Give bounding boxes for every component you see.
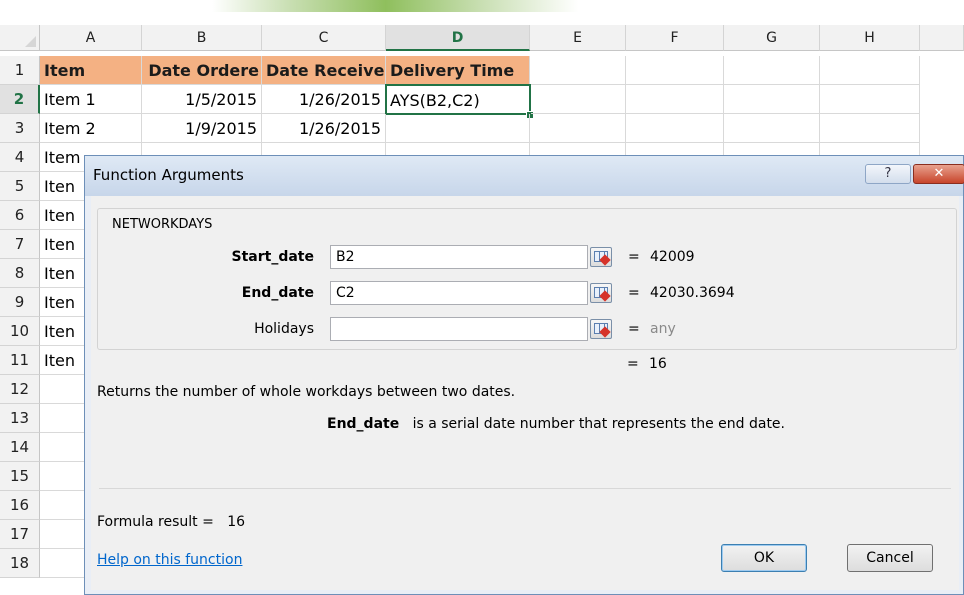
row-header-17[interactable]: 17 bbox=[0, 520, 40, 549]
formula-result-value: 16 bbox=[227, 514, 246, 530]
function-arguments-dialog: Function Arguments ? ✕ NETWORKDAYS Start… bbox=[84, 155, 964, 595]
help-icon[interactable]: ? bbox=[865, 164, 911, 184]
cell-a3[interactable]: Item 2 bbox=[40, 114, 142, 143]
arguments-group: NETWORKDAYS Start_date B2 = 42009 End_da… bbox=[97, 208, 957, 350]
cell-f1[interactable] bbox=[626, 56, 724, 85]
column-header-d[interactable]: D bbox=[386, 25, 530, 51]
column-header-h[interactable]: H bbox=[820, 25, 920, 51]
divider bbox=[99, 488, 951, 489]
function-name: NETWORKDAYS bbox=[112, 217, 213, 232]
end-date-input[interactable]: C2 bbox=[330, 281, 588, 305]
holidays-label: Holidays bbox=[254, 321, 314, 337]
argument-description: End_date is a serial date number that re… bbox=[327, 416, 785, 432]
dialog-title: Function Arguments bbox=[93, 166, 244, 184]
holidays-equals: = bbox=[628, 321, 640, 337]
column-header-g[interactable]: G bbox=[724, 25, 820, 51]
cell-h3[interactable] bbox=[820, 114, 920, 143]
cell-a2[interactable]: Item 1 bbox=[40, 85, 142, 114]
cell-h1[interactable] bbox=[820, 56, 920, 85]
cell-e1[interactable] bbox=[530, 56, 626, 85]
start-date-result: 42009 bbox=[650, 249, 695, 265]
row-header-7[interactable]: 7 bbox=[0, 230, 40, 259]
cell-g1[interactable] bbox=[724, 56, 820, 85]
column-header-e[interactable]: E bbox=[530, 25, 626, 51]
cell-b1[interactable]: Date Ordere bbox=[142, 56, 262, 85]
row-header-15[interactable]: 15 bbox=[0, 462, 40, 491]
row-header-12[interactable]: 12 bbox=[0, 375, 40, 404]
column-header-next[interactable] bbox=[920, 25, 964, 51]
dialog-body: NETWORKDAYS Start_date B2 = 42009 End_da… bbox=[91, 196, 959, 590]
holidays-input[interactable] bbox=[330, 317, 588, 341]
cancel-button[interactable]: Cancel bbox=[847, 544, 933, 572]
row-header-16[interactable]: 16 bbox=[0, 491, 40, 520]
end-date-range-select-icon[interactable] bbox=[590, 283, 612, 303]
row-header-1[interactable]: 1 bbox=[0, 56, 40, 85]
row-header-9[interactable]: 9 bbox=[0, 288, 40, 317]
column-header-c[interactable]: C bbox=[262, 25, 386, 51]
end-date-label: End_date bbox=[241, 285, 314, 301]
help-on-function-link[interactable]: Help on this function bbox=[97, 552, 242, 568]
start-date-range-select-icon[interactable] bbox=[590, 247, 612, 267]
cell-e3[interactable] bbox=[530, 114, 626, 143]
select-all-icon bbox=[25, 36, 36, 47]
ok-button[interactable]: OK bbox=[721, 544, 807, 572]
row-header-5[interactable]: 5 bbox=[0, 172, 40, 201]
close-icon[interactable]: ✕ bbox=[913, 164, 964, 184]
row-header-6[interactable]: 6 bbox=[0, 201, 40, 230]
row-header-14[interactable]: 14 bbox=[0, 433, 40, 462]
cell-b3[interactable]: 1/9/2015 bbox=[142, 114, 262, 143]
argument-name: End_date bbox=[327, 416, 400, 432]
overall-equals: = bbox=[627, 356, 639, 372]
select-all-corner[interactable] bbox=[0, 25, 40, 51]
cell-b2[interactable]: 1/5/2015 bbox=[142, 85, 262, 114]
column-header-b[interactable]: B bbox=[142, 25, 262, 51]
end-date-equals: = bbox=[628, 285, 640, 301]
cell-h2[interactable] bbox=[820, 85, 920, 114]
argument-description-text: is a serial date number that represents … bbox=[412, 416, 785, 432]
cell-c2[interactable]: 1/26/2015 bbox=[262, 85, 386, 114]
cell-g3[interactable] bbox=[724, 114, 820, 143]
cell-c3[interactable]: 1/26/2015 bbox=[262, 114, 386, 143]
column-header-f[interactable]: F bbox=[626, 25, 724, 51]
holidays-range-select-icon[interactable] bbox=[590, 319, 612, 339]
formula-result-label: Formula result = bbox=[97, 514, 214, 530]
column-header-a[interactable]: A bbox=[40, 25, 142, 51]
holidays-result: any bbox=[650, 321, 676, 337]
row-header-18[interactable]: 18 bbox=[0, 549, 40, 578]
function-description: Returns the number of whole workdays bet… bbox=[97, 384, 516, 400]
cell-f3[interactable] bbox=[626, 114, 724, 143]
cell-d1[interactable]: Delivery Time bbox=[386, 56, 530, 85]
start-date-label: Start_date bbox=[231, 249, 314, 265]
end-date-result: 42030.3694 bbox=[650, 285, 735, 301]
cell-f2[interactable] bbox=[626, 85, 724, 114]
cell-d3[interactable] bbox=[386, 114, 530, 143]
row-header-13[interactable]: 13 bbox=[0, 404, 40, 433]
overall-result: 16 bbox=[649, 356, 667, 372]
row-header-2[interactable]: 2 bbox=[0, 85, 40, 114]
cell-a1[interactable]: Item bbox=[40, 56, 142, 85]
row-header-11[interactable]: 11 bbox=[0, 346, 40, 375]
start-date-input[interactable]: B2 bbox=[330, 245, 588, 269]
cell-d2-active[interactable]: AYS(B2,C2) bbox=[385, 84, 531, 115]
row-header-10[interactable]: 10 bbox=[0, 317, 40, 346]
formula-result: Formula result = 16 bbox=[97, 514, 245, 530]
dialog-titlebar[interactable]: Function Arguments ? ✕ bbox=[85, 156, 964, 196]
cell-c1[interactable]: Date Receive bbox=[262, 56, 386, 85]
row-header-8[interactable]: 8 bbox=[0, 259, 40, 288]
row-header-4[interactable]: 4 bbox=[0, 143, 40, 172]
cell-g2[interactable] bbox=[724, 85, 820, 114]
row-header-3[interactable]: 3 bbox=[0, 114, 40, 143]
cell-e2[interactable] bbox=[531, 85, 626, 114]
start-date-equals: = bbox=[628, 249, 640, 265]
